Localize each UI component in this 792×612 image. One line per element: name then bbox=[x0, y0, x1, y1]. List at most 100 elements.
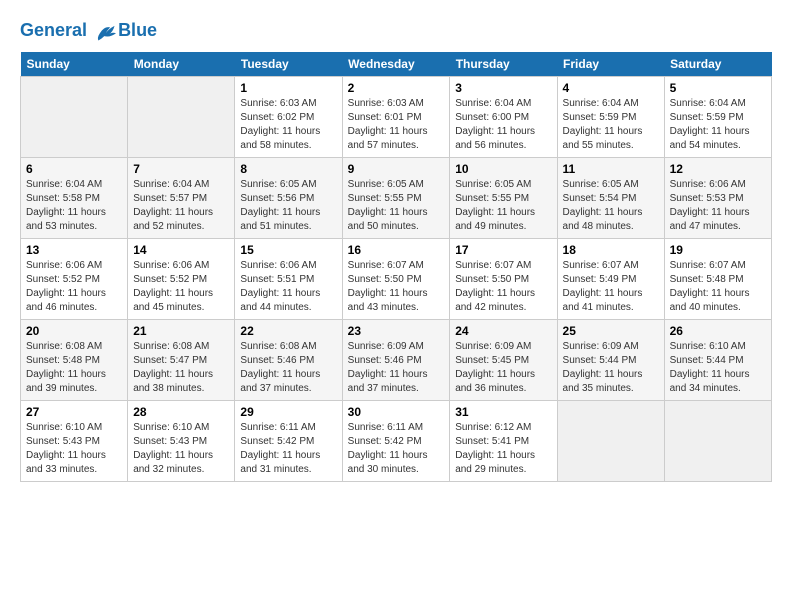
calendar-cell: 24 Sunrise: 6:09 AM Sunset: 5:45 PM Dayli… bbox=[450, 320, 557, 401]
weekday-monday: Monday bbox=[128, 52, 235, 77]
cell-info: Sunrise: 6:04 AM Sunset: 5:58 PM Dayligh… bbox=[26, 178, 122, 234]
cell-info: Sunrise: 6:05 AM Sunset: 5:55 PM Dayligh… bbox=[455, 178, 551, 234]
calendar-cell: 13Sunrise: 6:06 AM Sunset: 5:52 PM Dayli… bbox=[21, 239, 128, 320]
cell-info: Sunrise: 6:09 AM Sunset: 5:45 PM Dayligh… bbox=[455, 340, 551, 396]
calendar-cell: 30Sunrise: 6:11 AM Sunset: 5:42 PM Dayli… bbox=[342, 401, 450, 482]
calendar-cell: 16 Sunrise: 6:07 AM Sunset: 5:50 PM Dayli… bbox=[342, 239, 450, 320]
cell-info: Sunrise: 6:09 AM Sunset: 5:44 PM Dayligh… bbox=[563, 340, 659, 396]
calendar-cell: 6 Sunrise: 6:04 AM Sunset: 5:58 PM Daylig… bbox=[21, 158, 128, 239]
day-number: 8 bbox=[240, 162, 336, 176]
page-header: General Blue bbox=[20, 20, 772, 42]
cell-info: Sunrise: 6:05 AM Sunset: 5:56 PM Dayligh… bbox=[240, 178, 336, 234]
cell-info: Sunrise: 6:04 AM Sunset: 5:57 PM Dayligh… bbox=[133, 178, 229, 234]
calendar-cell: 25 Sunrise: 6:09 AM Sunset: 5:44 PM Dayli… bbox=[557, 320, 664, 401]
calendar-week-5: 27 Sunrise: 6:10 AM Sunset: 5:43 PM Dayli… bbox=[21, 401, 772, 482]
weekday-header-row: SundayMondayTuesdayWednesdayThursdayFrid… bbox=[21, 52, 772, 77]
calendar-week-4: 20 Sunrise: 6:08 AM Sunset: 5:48 PM Dayli… bbox=[21, 320, 772, 401]
cell-info: Sunrise: 6:07 AM Sunset: 5:49 PM Dayligh… bbox=[563, 259, 659, 315]
cell-info: Sunrise: 6:08 AM Sunset: 5:48 PM Dayligh… bbox=[26, 340, 122, 396]
calendar-cell bbox=[664, 401, 771, 482]
day-number: 27 bbox=[26, 405, 122, 419]
day-number: 2 bbox=[348, 81, 445, 95]
day-number: 14 bbox=[133, 243, 229, 257]
cell-info: Sunrise: 6:10 AM Sunset: 5:43 PM Dayligh… bbox=[26, 421, 122, 477]
calendar-cell bbox=[128, 77, 235, 158]
day-number: 12 bbox=[670, 162, 766, 176]
calendar-table: SundayMondayTuesdayWednesdayThursdayFrid… bbox=[20, 52, 772, 482]
day-number: 29 bbox=[240, 405, 336, 419]
cell-info: Sunrise: 6:10 AM Sunset: 5:44 PM Dayligh… bbox=[670, 340, 766, 396]
weekday-thursday: Thursday bbox=[450, 52, 557, 77]
day-number: 21 bbox=[133, 324, 229, 338]
cell-info: Sunrise: 6:04 AM Sunset: 6:00 PM Dayligh… bbox=[455, 97, 551, 153]
cell-info: Sunrise: 6:07 AM Sunset: 5:48 PM Dayligh… bbox=[670, 259, 766, 315]
calendar-cell: 29 Sunrise: 6:11 AM Sunset: 5:42 PM Dayli… bbox=[235, 401, 342, 482]
day-number: 3 bbox=[455, 81, 551, 95]
logo: General Blue bbox=[20, 20, 157, 42]
cell-info: Sunrise: 6:07 AM Sunset: 5:50 PM Dayligh… bbox=[348, 259, 445, 315]
cell-info: Sunrise: 6:05 AM Sunset: 5:54 PM Dayligh… bbox=[563, 178, 659, 234]
logo-blue: Blue bbox=[118, 20, 157, 42]
cell-info: Sunrise: 6:11 AM Sunset: 5:42 PM Dayligh… bbox=[240, 421, 336, 477]
day-number: 1 bbox=[240, 81, 336, 95]
day-number: 16 bbox=[348, 243, 445, 257]
calendar-cell: 23Sunrise: 6:09 AM Sunset: 5:46 PM Dayli… bbox=[342, 320, 450, 401]
cell-info: Sunrise: 6:04 AM Sunset: 5:59 PM Dayligh… bbox=[563, 97, 659, 153]
calendar-cell: 28 Sunrise: 6:10 AM Sunset: 5:43 PM Dayli… bbox=[128, 401, 235, 482]
calendar-cell: 8 Sunrise: 6:05 AM Sunset: 5:56 PM Daylig… bbox=[235, 158, 342, 239]
calendar-cell: 3 Sunrise: 6:04 AM Sunset: 6:00 PM Daylig… bbox=[450, 77, 557, 158]
cell-info: Sunrise: 6:12 AM Sunset: 5:41 PM Dayligh… bbox=[455, 421, 551, 477]
calendar-cell: 2 Sunrise: 6:03 AM Sunset: 6:01 PM Daylig… bbox=[342, 77, 450, 158]
day-number: 7 bbox=[133, 162, 229, 176]
calendar-cell: 22 Sunrise: 6:08 AM Sunset: 5:46 PM Dayli… bbox=[235, 320, 342, 401]
day-number: 25 bbox=[563, 324, 659, 338]
logo-general: General bbox=[20, 20, 87, 40]
calendar-cell: 14 Sunrise: 6:06 AM Sunset: 5:52 PM Dayli… bbox=[128, 239, 235, 320]
weekday-wednesday: Wednesday bbox=[342, 52, 450, 77]
cell-info: Sunrise: 6:08 AM Sunset: 5:46 PM Dayligh… bbox=[240, 340, 336, 396]
cell-info: Sunrise: 6:05 AM Sunset: 5:55 PM Dayligh… bbox=[348, 178, 445, 234]
day-number: 19 bbox=[670, 243, 766, 257]
day-number: 24 bbox=[455, 324, 551, 338]
day-number: 20 bbox=[26, 324, 122, 338]
calendar-cell: 18Sunrise: 6:07 AM Sunset: 5:49 PM Dayli… bbox=[557, 239, 664, 320]
calendar-cell: 26Sunrise: 6:10 AM Sunset: 5:44 PM Dayli… bbox=[664, 320, 771, 401]
calendar-cell: 11 Sunrise: 6:05 AM Sunset: 5:54 PM Dayli… bbox=[557, 158, 664, 239]
calendar-cell: 31Sunrise: 6:12 AM Sunset: 5:41 PM Dayli… bbox=[450, 401, 557, 482]
calendar-cell: 5Sunrise: 6:04 AM Sunset: 5:59 PM Daylig… bbox=[664, 77, 771, 158]
calendar-cell: 27 Sunrise: 6:10 AM Sunset: 5:43 PM Dayli… bbox=[21, 401, 128, 482]
calendar-cell: 10Sunrise: 6:05 AM Sunset: 5:55 PM Dayli… bbox=[450, 158, 557, 239]
calendar-cell: 9 Sunrise: 6:05 AM Sunset: 5:55 PM Daylig… bbox=[342, 158, 450, 239]
calendar-cell: 20 Sunrise: 6:08 AM Sunset: 5:48 PM Dayli… bbox=[21, 320, 128, 401]
calendar-cell: 7 Sunrise: 6:04 AM Sunset: 5:57 PM Daylig… bbox=[128, 158, 235, 239]
calendar-week-1: 1Sunrise: 6:03 AM Sunset: 6:02 PM Daylig… bbox=[21, 77, 772, 158]
cell-info: Sunrise: 6:10 AM Sunset: 5:43 PM Dayligh… bbox=[133, 421, 229, 477]
day-number: 28 bbox=[133, 405, 229, 419]
day-number: 13 bbox=[26, 243, 122, 257]
cell-info: Sunrise: 6:06 AM Sunset: 5:51 PM Dayligh… bbox=[240, 259, 336, 315]
day-number: 15 bbox=[240, 243, 336, 257]
day-number: 17 bbox=[455, 243, 551, 257]
weekday-saturday: Saturday bbox=[664, 52, 771, 77]
day-number: 4 bbox=[563, 81, 659, 95]
calendar-cell: 12 Sunrise: 6:06 AM Sunset: 5:53 PM Dayli… bbox=[664, 158, 771, 239]
calendar-cell bbox=[557, 401, 664, 482]
day-number: 9 bbox=[348, 162, 445, 176]
cell-info: Sunrise: 6:07 AM Sunset: 5:50 PM Dayligh… bbox=[455, 259, 551, 315]
day-number: 11 bbox=[563, 162, 659, 176]
calendar-cell: 19 Sunrise: 6:07 AM Sunset: 5:48 PM Dayli… bbox=[664, 239, 771, 320]
cell-info: Sunrise: 6:08 AM Sunset: 5:47 PM Dayligh… bbox=[133, 340, 229, 396]
day-number: 30 bbox=[348, 405, 445, 419]
cell-info: Sunrise: 6:03 AM Sunset: 6:01 PM Dayligh… bbox=[348, 97, 445, 153]
cell-info: Sunrise: 6:06 AM Sunset: 5:52 PM Dayligh… bbox=[133, 259, 229, 315]
day-number: 5 bbox=[670, 81, 766, 95]
day-number: 23 bbox=[348, 324, 445, 338]
weekday-sunday: Sunday bbox=[21, 52, 128, 77]
day-number: 22 bbox=[240, 324, 336, 338]
calendar-cell: 17 Sunrise: 6:07 AM Sunset: 5:50 PM Dayli… bbox=[450, 239, 557, 320]
calendar-week-2: 6 Sunrise: 6:04 AM Sunset: 5:58 PM Daylig… bbox=[21, 158, 772, 239]
weekday-friday: Friday bbox=[557, 52, 664, 77]
day-number: 6 bbox=[26, 162, 122, 176]
logo-bird-icon bbox=[94, 20, 116, 42]
cell-info: Sunrise: 6:06 AM Sunset: 5:53 PM Dayligh… bbox=[670, 178, 766, 234]
